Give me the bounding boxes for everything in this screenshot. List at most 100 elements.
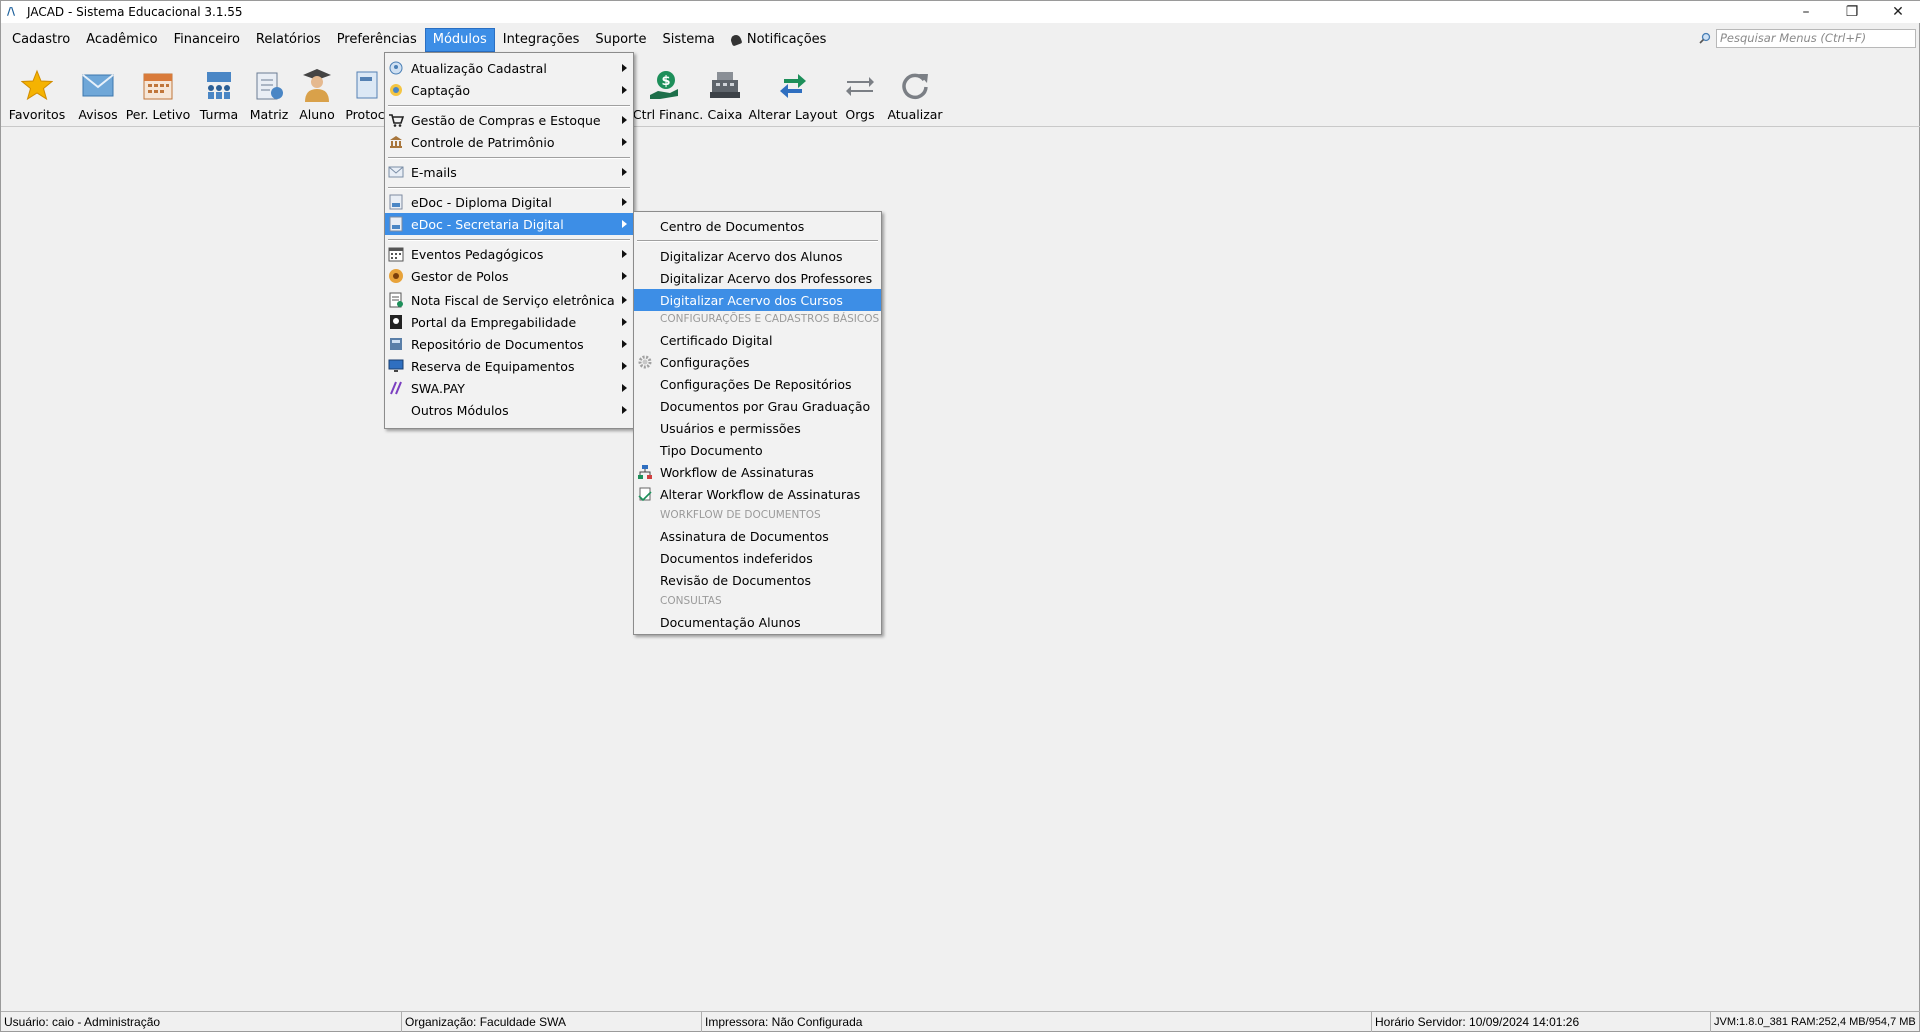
- menu-financeiro[interactable]: Financeiro: [167, 29, 247, 51]
- menu-suporte[interactable]: Suporte: [588, 29, 653, 51]
- menu-relatorios[interactable]: Relatórios: [249, 29, 328, 51]
- swa-pay-icon: [390, 381, 402, 395]
- menu-academico[interactable]: Acadêmico: [79, 29, 164, 51]
- app-window: /\ JACAD - Sistema Educacional 3.1.55 – …: [0, 0, 1920, 1032]
- menu-notificacoes[interactable]: Notificações: [724, 29, 834, 51]
- favoritos-button[interactable]: Favoritos: [9, 63, 65, 122]
- menu-bar: Cadastro Acadêmico Financeiro Relatórios…: [1, 28, 1920, 52]
- menu-item-gestao-compras[interactable]: Gestão de Compras e Estoque: [385, 109, 633, 131]
- bank-icon: [390, 136, 402, 148]
- protocolo-button[interactable]: Protoc: [345, 63, 385, 122]
- submenu-revisao-documentos[interactable]: Revisão de Documentos: [634, 569, 881, 591]
- clipboard-icon: [256, 72, 283, 100]
- avisos-button[interactable]: Avisos: [73, 63, 123, 122]
- section-header-consultas: CONSULTAS: [660, 595, 722, 607]
- menu-separator: [388, 239, 630, 241]
- menu-item-swa-pay[interactable]: SWA.PAY: [385, 377, 633, 399]
- window-title: JACAD - Sistema Educacional 3.1.55: [27, 5, 243, 19]
- ctrl-financ-button[interactable]: $ Ctrl Financ.: [631, 63, 703, 122]
- svg-text:$: $: [661, 74, 670, 89]
- submenu-workflow-assinaturas[interactable]: Workflow de Assinaturas: [634, 461, 881, 483]
- menu-cadastro[interactable]: Cadastro: [5, 29, 77, 51]
- chevron-right-icon: [622, 318, 627, 326]
- chevron-right-icon: [622, 384, 627, 392]
- submenu-documentacao-alunos[interactable]: Documentação Alunos: [634, 611, 881, 633]
- envelope-icon: [82, 74, 114, 97]
- per-letivo-button[interactable]: Per. Letivo: [126, 63, 190, 122]
- star-icon: [21, 69, 53, 101]
- menu-modulos[interactable]: Módulos: [424, 28, 495, 52]
- chevron-right-icon: [622, 168, 627, 176]
- menu-item-nota-fiscal[interactable]: Nota Fiscal de Serviço eletrônica: [385, 289, 633, 311]
- atualizar-button[interactable]: Atualizar: [887, 63, 943, 122]
- email-icon: [388, 166, 404, 178]
- bell-icon: [729, 33, 743, 47]
- menu-item-edoc-diploma[interactable]: eDoc - Diploma Digital: [385, 191, 633, 213]
- submenu-certificado-digital[interactable]: Certificado Digital: [634, 329, 881, 351]
- money-hand-icon: $: [650, 71, 678, 99]
- turma-button[interactable]: Turma: [197, 63, 241, 122]
- menu-item-captacao[interactable]: Captação: [385, 79, 633, 101]
- repository-icon: [390, 338, 402, 350]
- portal-icon: [390, 315, 402, 329]
- status-server-time: Horário Servidor: 10/09/2024 14:01:26: [1372, 1012, 1711, 1032]
- chevron-right-icon: [622, 406, 627, 414]
- chevron-right-icon: [622, 116, 627, 124]
- menu-item-gestor-polos[interactable]: Gestor de Polos: [385, 265, 633, 287]
- refresh-profile-icon: [389, 61, 403, 75]
- menu-sistema[interactable]: Sistema: [655, 29, 721, 51]
- menu-item-edoc-secretaria[interactable]: eDoc - Secretaria Digital: [385, 213, 633, 235]
- monitor-icon: [388, 359, 404, 372]
- submenu-alterar-workflow[interactable]: Alterar Workflow de Assinaturas: [634, 483, 881, 505]
- menu-separator: [388, 157, 630, 159]
- menu-item-controle-patrimonio[interactable]: Controle de Patrimônio: [385, 131, 633, 153]
- caixa-button[interactable]: Caixa: [703, 63, 747, 122]
- menu-item-repositorio-documentos[interactable]: Repositório de Documentos: [385, 333, 633, 355]
- menu-item-eventos-pedagogicos[interactable]: Eventos Pedagógicos: [385, 243, 633, 265]
- gear-icon: [638, 355, 652, 369]
- status-printer: Impressora: Não Configurada: [702, 1012, 1372, 1032]
- submenu-configuracoes[interactable]: Configurações: [634, 351, 881, 373]
- alterar-layout-button[interactable]: Alterar Layout: [748, 63, 838, 122]
- chevron-right-icon: [622, 138, 627, 146]
- cart-icon: [389, 114, 404, 127]
- orgs-button[interactable]: Orgs: [839, 63, 881, 122]
- submenu-digitalizar-cursos[interactable]: Digitalizar Acervo dos Cursos: [634, 289, 881, 311]
- menu-preferencias[interactable]: Preferências: [330, 29, 424, 51]
- submenu-centro-documentos[interactable]: Centro de Documentos: [634, 215, 881, 237]
- matriz-button[interactable]: Matriz: [247, 63, 291, 122]
- captacao-icon: [390, 84, 402, 96]
- menu-item-portal-empregabilidade[interactable]: Portal da Empregabilidade: [385, 311, 633, 333]
- chevron-right-icon: [622, 86, 627, 94]
- group-icon: [207, 72, 231, 99]
- menu-item-atualizacao-cadastral[interactable]: Atualização Cadastral: [385, 57, 633, 79]
- submenu-documentos-grau[interactable]: Documentos por Grau Graduação: [634, 395, 881, 417]
- submenu-configuracoes-repositorios[interactable]: Configurações De Repositórios: [634, 373, 881, 395]
- menu-item-reserva-equipamentos[interactable]: Reserva de Equipamentos: [385, 355, 633, 377]
- submenu-digitalizar-alunos[interactable]: Digitalizar Acervo dos Alunos: [634, 245, 881, 267]
- polos-icon: [389, 269, 403, 283]
- minimize-button[interactable]: –: [1783, 1, 1829, 23]
- status-user: Usuário: caio - Administração: [1, 1012, 402, 1032]
- close-button[interactable]: ✕: [1875, 1, 1920, 23]
- submenu-assinatura-documentos[interactable]: Assinatura de Documentos: [634, 525, 881, 547]
- menu-item-emails[interactable]: E-mails: [385, 161, 633, 183]
- student-icon: [303, 69, 331, 102]
- aluno-button[interactable]: Aluno: [295, 63, 339, 122]
- title-bar: /\ JACAD - Sistema Educacional 3.1.55 – …: [1, 1, 1920, 23]
- menu-item-outros-modulos[interactable]: Outros Módulos: [385, 399, 633, 421]
- restore-button[interactable]: ❐: [1829, 1, 1875, 23]
- document-icon: [356, 71, 378, 99]
- submenu-usuarios-permissoes[interactable]: Usuários e permissões: [634, 417, 881, 439]
- submenu-documentos-indeferidos[interactable]: Documentos indeferidos: [634, 547, 881, 569]
- menu-integracoes[interactable]: Integrações: [496, 29, 587, 51]
- edit-workflow-icon: [638, 487, 652, 502]
- edoc-icon: [389, 194, 403, 210]
- search-menus-input[interactable]: Pesquisar Menus (Ctrl+F): [1716, 29, 1916, 48]
- submenu-tipo-documento[interactable]: Tipo Documento: [634, 439, 881, 461]
- chevron-right-icon: [622, 340, 627, 348]
- toolbar: Favoritos Avisos Per. Letivo Turma Matri…: [1, 55, 1920, 127]
- submenu-digitalizar-professores[interactable]: Digitalizar Acervo dos Professores: [634, 267, 881, 289]
- calendar-icon: [143, 73, 173, 100]
- chevron-right-icon: [622, 272, 627, 280]
